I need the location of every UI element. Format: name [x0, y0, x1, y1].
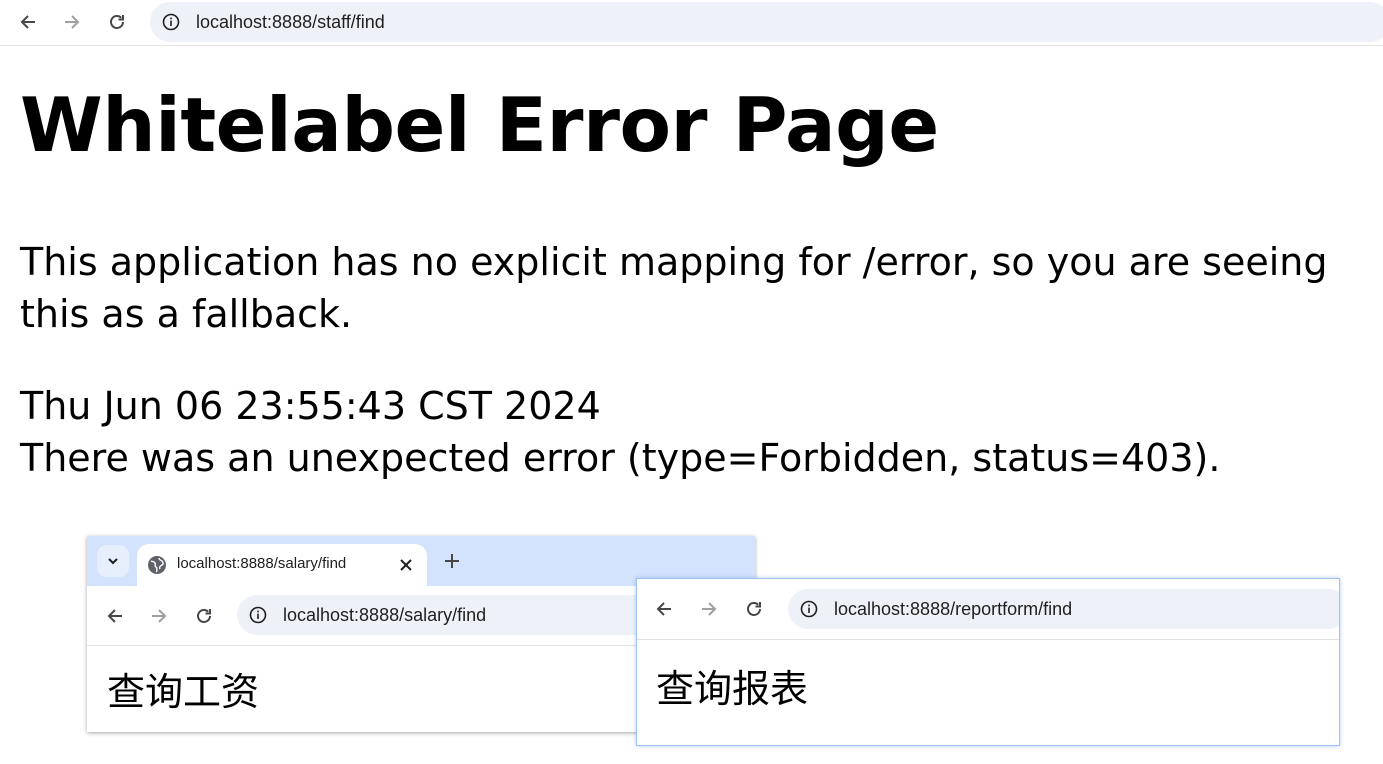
address-bar-url[interactable]: localhost:8888/salary/find: [283, 605, 486, 626]
tab-title: localhost:8888/salary/find: [177, 555, 347, 572]
address-bar-url[interactable]: localhost:8888/staff/find: [196, 12, 385, 33]
info-icon[interactable]: [800, 600, 818, 618]
back-button[interactable]: [649, 594, 679, 624]
arrow-right-icon: [702, 602, 717, 616]
reload-button[interactable]: [739, 594, 769, 624]
close-icon[interactable]: [397, 556, 415, 574]
arrow-left-icon: [656, 602, 671, 616]
forward-button[interactable]: [144, 601, 174, 631]
back-button[interactable]: [100, 601, 130, 631]
forward-button[interactable]: [57, 7, 87, 37]
info-icon[interactable]: [249, 606, 267, 624]
error-status: There was an unexpected error (type=Forb…: [20, 436, 1221, 480]
page-heading-salary: 查询工资: [107, 670, 260, 714]
error-timestamp: Thu Jun 06 23:55:43 CST 2024: [20, 384, 601, 428]
error-message: This application has no explicit mapping…: [20, 240, 1328, 336]
forward-button[interactable]: [694, 594, 724, 624]
reload-icon: [197, 609, 211, 623]
inset-toolbar-report: localhost:8888/reportform/find: [637, 579, 1339, 640]
arrow-right-icon: [152, 609, 167, 623]
address-bar[interactable]: localhost:8888/staff/find: [150, 2, 1383, 42]
globe-icon: [148, 556, 166, 574]
address-bar[interactable]: localhost:8888/reportform/find: [788, 589, 1339, 629]
page-title: Whitelabel Error Page: [20, 81, 939, 169]
reload-button[interactable]: [102, 7, 132, 37]
reload-icon: [747, 602, 761, 616]
reload-button[interactable]: [189, 601, 219, 631]
address-bar-url[interactable]: localhost:8888/reportform/find: [834, 599, 1072, 620]
reload-icon: [110, 15, 124, 29]
tab-search-button[interactable]: [97, 545, 129, 577]
back-button[interactable]: [13, 7, 43, 37]
plus-icon[interactable]: [443, 552, 461, 570]
arrow-left-icon: [107, 609, 122, 623]
info-icon[interactable]: [162, 13, 180, 31]
tab-salary[interactable]: localhost:8888/salary/find: [137, 544, 427, 586]
chevron-down-icon: [108, 558, 118, 565]
page-heading-report: 查询报表: [656, 667, 809, 711]
inset-window-report: localhost:8888/reportform/find 查询报表: [636, 578, 1340, 746]
arrow-right-icon: [65, 15, 80, 29]
arrow-left-icon: [20, 15, 35, 29]
browser-toolbar: localhost:8888/staff/find: [0, 0, 1383, 46]
